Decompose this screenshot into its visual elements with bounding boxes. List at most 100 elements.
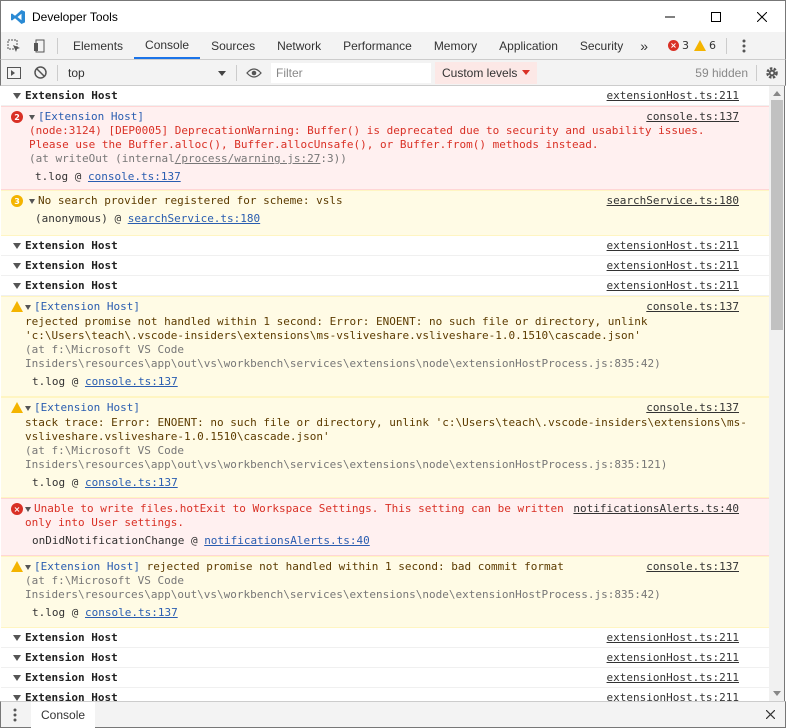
warning-icon [11, 402, 23, 413]
console-warning-message[interactable]: [Extension Host] console.ts:137 stack tr… [1, 397, 769, 498]
source-link[interactable]: extensionHost.ts:211 [607, 691, 739, 701]
trace-function: t.log @ [32, 375, 85, 388]
console-warning-message[interactable]: [Extension Host] console.ts:137 rejected… [1, 296, 769, 397]
source-link[interactable]: console.ts:137 [646, 110, 739, 123]
trace-function: onDidNotificationChange @ [32, 534, 205, 547]
console-error-message[interactable]: × Unable to write files.hotExit to Works… [1, 498, 769, 556]
window-title: Developer Tools [32, 9, 118, 24]
stack-trace: t.log @ console.ts:137 [32, 606, 178, 619]
filter-input[interactable]: Filter [271, 62, 431, 83]
tab-sources[interactable]: Sources [200, 32, 266, 59]
message-text: rejected promise not handled within 1 se… [139, 560, 564, 573]
drawer-tab-console[interactable]: Console [31, 701, 96, 728]
location-link[interactable]: /process/warning.js:27 [175, 152, 321, 165]
console-group[interactable]: Extension Host extensionHost.ts:211 [1, 648, 769, 668]
console-group[interactable]: Extension Host extensionHost.ts:211 [1, 276, 769, 296]
message-tag: [Extension Host] [34, 300, 140, 313]
message-location: (at f:\Microsoft VS Code [25, 343, 184, 356]
log-levels-label: Custom levels [442, 65, 518, 80]
vertical-scrollbar[interactable] [769, 86, 785, 701]
console-warning-message[interactable]: 3 No search provider registered for sche… [1, 190, 769, 236]
console-group[interactable]: Extension Host extensionHost.ts:211 [1, 86, 769, 106]
trace-link[interactable]: notificationsAlerts.ts:40 [204, 534, 370, 547]
source-link[interactable]: extensionHost.ts:211 [607, 671, 739, 684]
tab-application[interactable]: Application [488, 32, 569, 59]
stack-trace: (anonymous) @ searchService.ts:180 [35, 212, 260, 225]
minimize-button[interactable] [647, 1, 693, 33]
trace-link[interactable]: searchService.ts:180 [128, 212, 260, 225]
message-tag: [Extension Host] [38, 110, 144, 123]
console-group[interactable]: Extension Host extensionHost.ts:211 [1, 236, 769, 256]
source-link[interactable]: extensionHost.ts:211 [607, 279, 739, 292]
source-link[interactable]: console.ts:137 [646, 560, 739, 573]
customize-menu-button[interactable] [731, 32, 757, 59]
source-link[interactable]: extensionHost.ts:211 [607, 651, 739, 664]
source-link[interactable]: extensionHost.ts:211 [607, 631, 739, 644]
show-sidebar-button[interactable] [1, 59, 27, 86]
trace-function: (anonymous) @ [35, 212, 128, 225]
stack-trace: t.log @ console.ts:137 [32, 375, 178, 388]
tab-console[interactable]: Console [134, 32, 201, 59]
message-location: Insiders\resources\app\out\vs\workbench\… [25, 458, 668, 471]
warning-icon [11, 301, 23, 312]
clear-console-button[interactable] [27, 59, 53, 86]
tab-elements[interactable]: Elements [62, 32, 134, 59]
console-messages[interactable]: Extension Host extensionHost.ts:211 2 [E… [1, 86, 769, 701]
console-settings-button[interactable] [759, 59, 785, 86]
close-button[interactable] [739, 1, 785, 33]
tab-network[interactable]: Network [266, 32, 332, 59]
trace-link[interactable]: console.ts:137 [88, 170, 181, 183]
tab-memory[interactable]: Memory [423, 32, 488, 59]
block-icon [33, 66, 47, 79]
source-link[interactable]: extensionHost.ts:211 [607, 89, 739, 102]
message-location: (at f:\Microsoft VS Code [25, 574, 184, 587]
scrollbar-thumb[interactable] [771, 100, 783, 330]
sidebar-icon [7, 66, 21, 79]
console-group[interactable]: Extension Host extensionHost.ts:211 [1, 688, 769, 701]
scroll-up-arrow-icon[interactable] [773, 91, 781, 96]
group-label: Extension Host [25, 671, 118, 684]
group-label: Extension Host [25, 279, 118, 292]
maximize-button[interactable] [693, 1, 739, 33]
drawer-menu-icon[interactable] [13, 708, 17, 722]
console-group[interactable]: Extension Host extensionHost.ts:211 [1, 628, 769, 648]
close-drawer-icon[interactable] [766, 710, 775, 719]
console-warning-message[interactable]: [Extension Host] rejected promise not ha… [1, 556, 769, 628]
console-group[interactable]: Extension Host extensionHost.ts:211 [1, 256, 769, 276]
source-link[interactable]: extensionHost.ts:211 [607, 259, 739, 272]
message-text: Please use the Buffer.alloc(), Buffer.al… [29, 138, 599, 151]
source-link[interactable]: searchService.ts:180 [607, 194, 739, 207]
source-link[interactable]: extensionHost.ts:211 [607, 239, 739, 252]
chevron-down-icon [218, 70, 226, 76]
message-header: [Extension Host] rejected promise not ha… [25, 560, 564, 573]
issue-counter[interactable]: × 3 6 [668, 39, 716, 52]
inspect-element-button[interactable] [1, 32, 27, 59]
log-levels-dropdown[interactable]: Custom levels [435, 61, 538, 84]
trace-link[interactable]: console.ts:137 [85, 375, 178, 388]
maximize-icon [711, 11, 721, 22]
live-expression-button[interactable] [241, 59, 267, 86]
source-link[interactable]: console.ts:137 [646, 401, 739, 414]
divider [57, 64, 58, 81]
tab-security[interactable]: Security [569, 32, 634, 59]
trace-link[interactable]: console.ts:137 [85, 606, 178, 619]
title-bar: Developer Tools [0, 0, 786, 32]
caret-down-icon [13, 243, 21, 249]
context-selector[interactable]: top [62, 63, 232, 83]
group-label: Extension Host [25, 89, 118, 102]
console-group[interactable]: Extension Host extensionHost.ts:211 [1, 668, 769, 688]
source-link[interactable]: console.ts:137 [646, 300, 739, 313]
more-tabs-button[interactable]: » [634, 32, 654, 59]
location-text: :3)) [320, 152, 347, 165]
group-label: Extension Host [25, 631, 118, 644]
group-label: Extension Host [25, 651, 118, 664]
error-count-badge: 2 [11, 111, 23, 123]
message-header: No search provider registered for scheme… [29, 194, 343, 207]
scroll-down-arrow-icon[interactable] [773, 691, 781, 696]
console-error-message[interactable]: 2 [Extension Host] console.ts:137 (node:… [1, 106, 769, 190]
source-link[interactable]: notificationsAlerts.ts:40 [573, 502, 739, 515]
trace-link[interactable]: console.ts:137 [85, 476, 178, 489]
device-toolbar-button[interactable] [27, 32, 53, 59]
caret-down-icon [13, 675, 21, 681]
tab-performance[interactable]: Performance [332, 32, 423, 59]
